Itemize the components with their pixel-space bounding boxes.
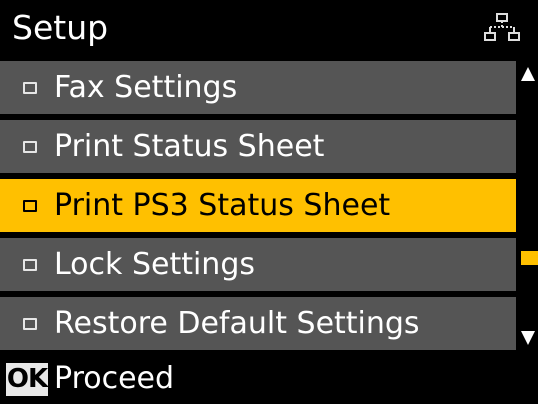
scrollbar[interactable] <box>519 61 538 351</box>
header-bar: Setup <box>0 0 538 58</box>
page-title: Setup <box>12 8 109 47</box>
bullet-icon <box>23 258 37 271</box>
menu-item-label: Restore Default Settings <box>54 305 420 341</box>
proceed-label: Proceed <box>54 361 175 396</box>
setup-menu: Fax Settings Print Status Sheet Print PS… <box>0 61 516 351</box>
menu-item-restore-default-settings[interactable]: Restore Default Settings <box>0 297 516 350</box>
footer-bar: OK Proceed <box>0 352 538 404</box>
bullet-icon <box>23 81 37 94</box>
menu-item-print-ps3-status-sheet[interactable]: Print PS3 Status Sheet <box>0 179 516 232</box>
bullet-icon <box>23 199 37 212</box>
menu-item-print-status-sheet[interactable]: Print Status Sheet <box>0 120 516 173</box>
network-icon <box>484 13 520 41</box>
menu-item-lock-settings[interactable]: Lock Settings <box>0 238 516 291</box>
bullet-icon <box>23 140 37 153</box>
ok-button-icon[interactable]: OK <box>6 363 48 396</box>
menu-item-label: Fax Settings <box>54 69 238 105</box>
bullet-icon <box>23 317 37 330</box>
scrollbar-thumb[interactable] <box>521 251 538 265</box>
scroll-up-arrow-icon[interactable] <box>521 67 535 81</box>
menu-item-fax-settings[interactable]: Fax Settings <box>0 61 516 114</box>
menu-item-label: Print Status Sheet <box>54 128 325 164</box>
scroll-down-arrow-icon[interactable] <box>521 331 535 345</box>
printer-lcd-screen: Setup Fax Settings Print Status Sheet Pr… <box>0 0 538 404</box>
menu-item-label: Lock Settings <box>54 246 255 282</box>
menu-item-label: Print PS3 Status Sheet <box>54 187 391 223</box>
